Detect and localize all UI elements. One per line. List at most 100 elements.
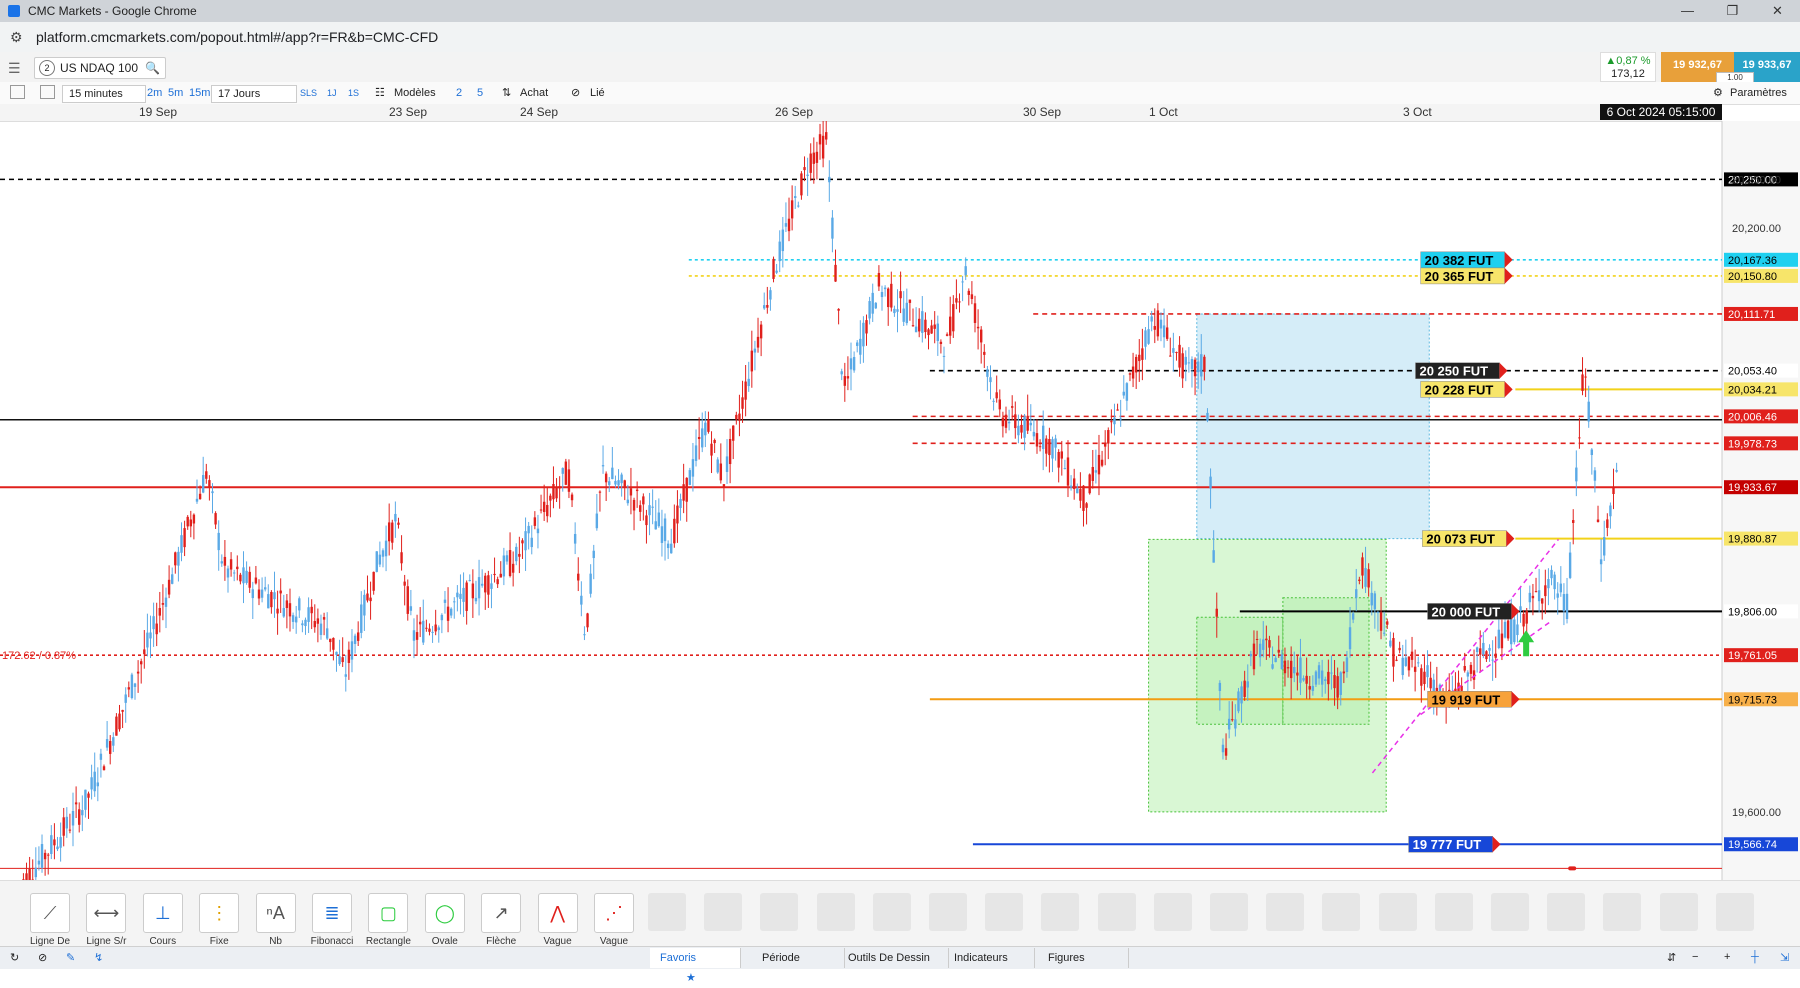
period-select[interactable]: 17 Jours: [211, 85, 297, 103]
price-chart[interactable]: 20,250.00 20,167.36 20,150.80 20,111.71 20,0…: [0, 121, 1800, 880]
empty-tool-slot[interactable]: [1210, 893, 1248, 931]
layout-icon[interactable]: [10, 85, 25, 99]
num-button-b[interactable]: 5: [477, 85, 483, 101]
empty-tool-slot[interactable]: [1097, 893, 1136, 931]
tool-rect[interactable]: ▢ Rectangle: [363, 893, 413, 947]
interval-select[interactable]: 15 minutes: [62, 85, 146, 103]
empty-tool-slot[interactable]: [872, 893, 911, 931]
hamburger-menu-icon[interactable]: ☰: [8, 60, 21, 77]
candle-body: [558, 486, 561, 489]
candle-body: [527, 525, 530, 534]
empty-tool-slot[interactable]: [1491, 893, 1529, 931]
num-button-a[interactable]: 2: [456, 85, 462, 101]
candle-body: [1066, 457, 1070, 486]
tab-favoris[interactable]: Favoris ★: [650, 948, 741, 984]
empty-tool-slot[interactable]: [1715, 893, 1754, 931]
empty-tool-slot[interactable]: [1153, 893, 1192, 931]
tool-fib[interactable]: ≣ Fibonacci: [307, 893, 357, 947]
interval-2m[interactable]: 2m: [147, 85, 162, 101]
fut-label-text: 19 777 FUT: [1413, 837, 1482, 852]
tool-price[interactable]: ⊥ Cours: [138, 893, 188, 947]
fit-icon[interactable]: ⇲: [1780, 951, 1789, 964]
empty-tool-slot[interactable]: [929, 893, 967, 931]
candle-body: [564, 461, 568, 485]
date-label: 19 Sep: [139, 105, 178, 119]
empty-tool-slot[interactable]: [1378, 893, 1417, 931]
candle-body: [604, 473, 608, 483]
candle-body: [738, 413, 741, 421]
candle-body: [800, 173, 803, 196]
templates-icon[interactable]: ☷: [375, 85, 385, 101]
candle-body: [372, 571, 375, 591]
collapse-icon[interactable]: ⇵: [1667, 951, 1676, 964]
chart-canvas[interactable]: 20,250.00 20,167.36 20,150.80 20,111.71 20,0…: [0, 121, 1800, 880]
tool-oval[interactable]: ◯ Ovale: [420, 893, 470, 947]
period-sls[interactable]: SLS: [300, 85, 317, 101]
tool-text[interactable]: ⁿA Nb: [251, 893, 301, 947]
empty-tool-slot[interactable]: [1041, 893, 1080, 931]
pencil-icon[interactable]: ✎: [66, 951, 75, 964]
candle-body: [955, 298, 958, 303]
minimize-icon[interactable]: —: [1665, 0, 1710, 22]
candle-body: [623, 480, 626, 488]
close-icon[interactable]: ✕: [1755, 0, 1800, 22]
tool-fixed[interactable]: ⋮ Fixe: [194, 893, 244, 947]
instrument-name: US NDAQ 100: [60, 61, 139, 75]
linked-button[interactable]: Lié: [590, 85, 605, 101]
trade-button[interactable]: Achat: [520, 85, 548, 101]
candle-body: [893, 308, 896, 314]
block-icon[interactable]: ⊘: [38, 951, 47, 964]
candle-body: [747, 378, 750, 387]
grid-icon[interactable]: [40, 85, 55, 99]
empty-tool-slot[interactable]: [1659, 893, 1698, 931]
crosshair-icon[interactable]: ┼: [1751, 951, 1759, 963]
candle-body: [319, 623, 323, 635]
candle-body: [1311, 685, 1315, 691]
period-1s[interactable]: 1S: [348, 85, 359, 101]
candle-body: [1342, 671, 1346, 674]
candle-body: [1559, 583, 1563, 593]
restore-icon[interactable]: ❐: [1710, 0, 1755, 22]
link-icon[interactable]: ⊘: [571, 85, 580, 101]
price-level-tag-text: 19,933.67: [1728, 482, 1777, 494]
templates-button[interactable]: Modèles: [394, 85, 436, 101]
empty-tool-slot[interactable]: [1547, 893, 1586, 931]
instrument-selector[interactable]: 2 US NDAQ 100 🔍: [34, 57, 166, 79]
empty-tool-slot[interactable]: [648, 893, 686, 931]
empty-tool-slot[interactable]: [1322, 893, 1361, 931]
percent-marker: 172.62 / 0.87%: [2, 650, 76, 662]
tab-outils-de-dessin[interactable]: Outils De Dessin: [838, 948, 949, 968]
empty-tool-slot[interactable]: [816, 893, 855, 931]
candle-body: [663, 518, 667, 542]
candle-body: [62, 817, 65, 836]
url-text[interactable]: platform.cmcmarkets.com/popout.html#/app…: [36, 29, 438, 45]
empty-tool-slot[interactable]: [760, 893, 799, 931]
address-bar[interactable]: ⚙ platform.cmcmarkets.com/popout.html#/a…: [0, 22, 1800, 53]
search-icon[interactable]: 🔍: [145, 61, 160, 75]
empty-tool-slot[interactable]: [985, 893, 1024, 931]
period-1j[interactable]: 1J: [327, 85, 337, 101]
site-info-icon[interactable]: ⚙: [10, 29, 30, 46]
tab-figures[interactable]: Figures: [1038, 948, 1129, 968]
empty-tool-slot[interactable]: [704, 893, 743, 931]
trade-icon[interactable]: ⇅: [502, 85, 511, 101]
tab-periode[interactable]: Période: [752, 948, 845, 968]
tab-indicateurs[interactable]: Indicateurs: [944, 948, 1035, 968]
candle-body: [1389, 640, 1392, 647]
zoom-in-icon[interactable]: +: [1724, 951, 1730, 963]
interval-5m[interactable]: 5m: [168, 85, 183, 101]
settings-button[interactable]: Paramètres: [1730, 85, 1787, 101]
settings-gear-icon[interactable]: ⚙: [1713, 85, 1723, 101]
tool-sr[interactable]: ⟷ Ligne S/r: [81, 893, 131, 947]
empty-tool-slot[interactable]: [1266, 893, 1305, 931]
date-label: 26 Sep: [775, 105, 814, 119]
price-level-tag-text: 20,006.46: [1728, 411, 1777, 423]
price-level-tag-text: 20,034.21: [1728, 384, 1777, 396]
tool-arrow[interactable]: ↗ Flèche: [476, 893, 526, 947]
cursor-icon[interactable]: ↯: [94, 951, 103, 964]
zoom-out-icon[interactable]: −: [1692, 951, 1698, 963]
empty-tool-slot[interactable]: [1434, 893, 1473, 931]
refresh-icon[interactable]: ↻: [10, 951, 19, 964]
empty-tool-slot[interactable]: [1603, 893, 1642, 931]
interval-15m[interactable]: 15m: [189, 85, 210, 101]
